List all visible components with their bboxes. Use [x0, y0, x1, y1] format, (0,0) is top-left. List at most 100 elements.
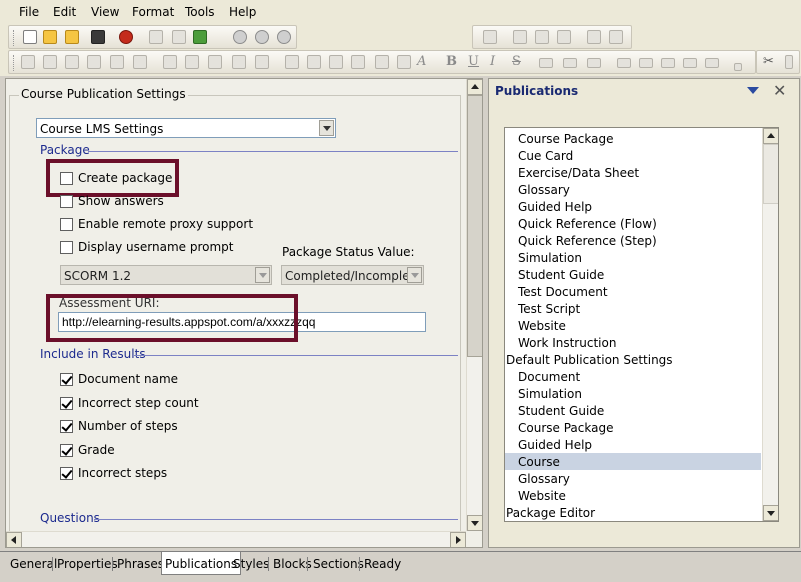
incorrect-step-count-checkbox[interactable] — [60, 397, 73, 410]
save-icon[interactable] — [91, 30, 105, 44]
menu-tools[interactable]: Tools — [185, 5, 215, 19]
scroll-right-arrow-icon[interactable] — [450, 532, 466, 547]
outline-promote-icon[interactable] — [587, 30, 601, 44]
insert-chapter-icon[interactable] — [65, 55, 79, 69]
scroll-left-arrow-icon[interactable] — [6, 532, 22, 547]
align-left-icon[interactable] — [539, 58, 553, 68]
insert-glossary-icon[interactable] — [185, 55, 199, 69]
toolbar-overflow-icon[interactable] — [734, 63, 742, 71]
tab-blocks[interactable]: Blocks — [270, 555, 315, 575]
settings-vertical-scrollbar[interactable] — [466, 79, 482, 531]
numbered-list-icon[interactable] — [639, 58, 653, 68]
font-icon[interactable]: A — [417, 54, 426, 69]
package-status-select[interactable]: Completed/Incomplete — [281, 265, 424, 285]
insert-frame-icon[interactable] — [21, 55, 35, 69]
close-icon[interactable]: ✕ — [773, 81, 786, 100]
publication-list-item[interactable]: Course Package — [505, 130, 761, 147]
menu-file[interactable]: File — [19, 5, 39, 19]
bookmark-icon[interactable] — [375, 55, 389, 69]
publication-list-item[interactable]: Course — [505, 453, 761, 470]
menu-help[interactable]: Help — [229, 5, 256, 19]
publication-list-item[interactable]: Cue Card — [505, 147, 761, 164]
line-spacing-icon[interactable] — [705, 58, 719, 68]
chevron-down-icon[interactable] — [407, 267, 422, 283]
insert-page-icon[interactable] — [163, 55, 177, 69]
scorm-select[interactable]: SCORM 1.2 — [60, 265, 272, 285]
underline-icon[interactable]: U — [468, 54, 479, 69]
publication-list-item[interactable]: Guided Help — [505, 198, 761, 215]
publication-list-item[interactable]: Test Document — [505, 283, 761, 300]
scissors-icon[interactable]: ✂ — [763, 54, 774, 69]
publication-list-item[interactable]: Glossary — [505, 470, 761, 487]
publication-list-item[interactable]: Glossary — [505, 181, 761, 198]
next-page-icon[interactable] — [329, 55, 343, 69]
insert-question-icon[interactable] — [110, 55, 124, 69]
menu-view[interactable]: View — [91, 5, 119, 19]
play-icon[interactable] — [233, 30, 247, 44]
publication-list-item[interactable]: Quick Reference (Flow) — [505, 215, 761, 232]
grade-checkbox[interactable] — [60, 444, 73, 457]
chevron-down-icon[interactable] — [255, 267, 270, 283]
bullet-list-icon[interactable] — [617, 58, 631, 68]
edit-overflow-icon[interactable] — [785, 55, 793, 69]
document-name-checkbox[interactable] — [60, 373, 73, 386]
scroll-thumb[interactable] — [763, 144, 778, 204]
menu-format[interactable]: Format — [132, 5, 174, 19]
align-right-icon[interactable] — [587, 58, 601, 68]
tab-styles[interactable]: Styles — [230, 555, 272, 575]
outline-copy-icon[interactable] — [513, 30, 527, 44]
insert-link-icon[interactable] — [133, 55, 147, 69]
publish-icon[interactable] — [193, 30, 207, 44]
number-of-steps-checkbox[interactable] — [60, 420, 73, 433]
remote-proxy-checkbox[interactable] — [60, 218, 73, 231]
outline-up-icon[interactable] — [483, 30, 497, 44]
mail-icon[interactable] — [172, 30, 186, 44]
outline-delete-icon[interactable] — [557, 30, 571, 44]
tab-phrases[interactable]: Phrases — [114, 555, 167, 575]
scroll-thumb[interactable] — [467, 95, 482, 357]
stop-circle-icon[interactable] — [255, 30, 269, 44]
settings-horizontal-scrollbar[interactable] — [6, 531, 466, 547]
insert-note-icon[interactable] — [255, 55, 269, 69]
publication-list-item[interactable]: Simulation — [505, 249, 761, 266]
publication-list-item[interactable]: Simulation — [505, 385, 761, 402]
publications-scrollbar[interactable] — [762, 128, 778, 521]
insert-topic-icon[interactable] — [87, 55, 101, 69]
publication-list-item[interactable]: Course Package — [505, 419, 761, 436]
chevron-down-icon[interactable] — [319, 120, 334, 136]
tab-properties[interactable]: Properties — [54, 555, 121, 575]
publication-list-item[interactable]: Default Publication Settings — [505, 351, 761, 368]
align-center-icon[interactable] — [563, 58, 577, 68]
last-page-icon[interactable] — [351, 55, 365, 69]
incorrect-steps-checkbox[interactable] — [60, 467, 73, 480]
username-prompt-checkbox[interactable] — [60, 241, 73, 254]
dropdown-arrow-icon[interactable] — [747, 87, 759, 94]
increase-indent-icon[interactable] — [683, 58, 697, 68]
print-preview-icon[interactable] — [149, 30, 163, 44]
outline-paste-icon[interactable] — [535, 30, 549, 44]
open-folder-icon[interactable] — [43, 30, 57, 44]
previous-page-icon[interactable] — [307, 55, 321, 69]
decrease-indent-icon[interactable] — [661, 58, 675, 68]
publication-list-item[interactable]: Student Guide — [505, 266, 761, 283]
insert-media-icon[interactable] — [208, 55, 222, 69]
publication-list-item[interactable]: Website — [505, 317, 761, 334]
outline-demote-icon[interactable] — [609, 30, 623, 44]
scroll-up-arrow-icon[interactable] — [763, 128, 778, 144]
scroll-up-arrow-icon[interactable] — [467, 79, 482, 95]
publication-list-item[interactable]: Document — [505, 368, 761, 385]
open-recent-icon[interactable] — [65, 30, 79, 44]
menu-edit[interactable]: Edit — [53, 5, 76, 19]
publication-list-item[interactable]: Work Instruction — [505, 334, 761, 351]
power-icon[interactable] — [119, 30, 133, 44]
publication-list-item[interactable]: Test Script — [505, 300, 761, 317]
first-page-icon[interactable] — [285, 55, 299, 69]
publication-list-item[interactable]: Website — [505, 487, 761, 504]
publication-list-item[interactable]: Exercise/Data Sheet — [505, 164, 761, 181]
publication-list-item[interactable]: Package Editor — [505, 504, 761, 521]
insert-step-icon[interactable] — [43, 55, 57, 69]
show-answers-checkbox[interactable] — [60, 195, 73, 208]
publication-list-item[interactable]: Quick Reference (Step) — [505, 232, 761, 249]
record-icon[interactable] — [277, 30, 291, 44]
scroll-down-arrow-icon[interactable] — [763, 505, 778, 521]
